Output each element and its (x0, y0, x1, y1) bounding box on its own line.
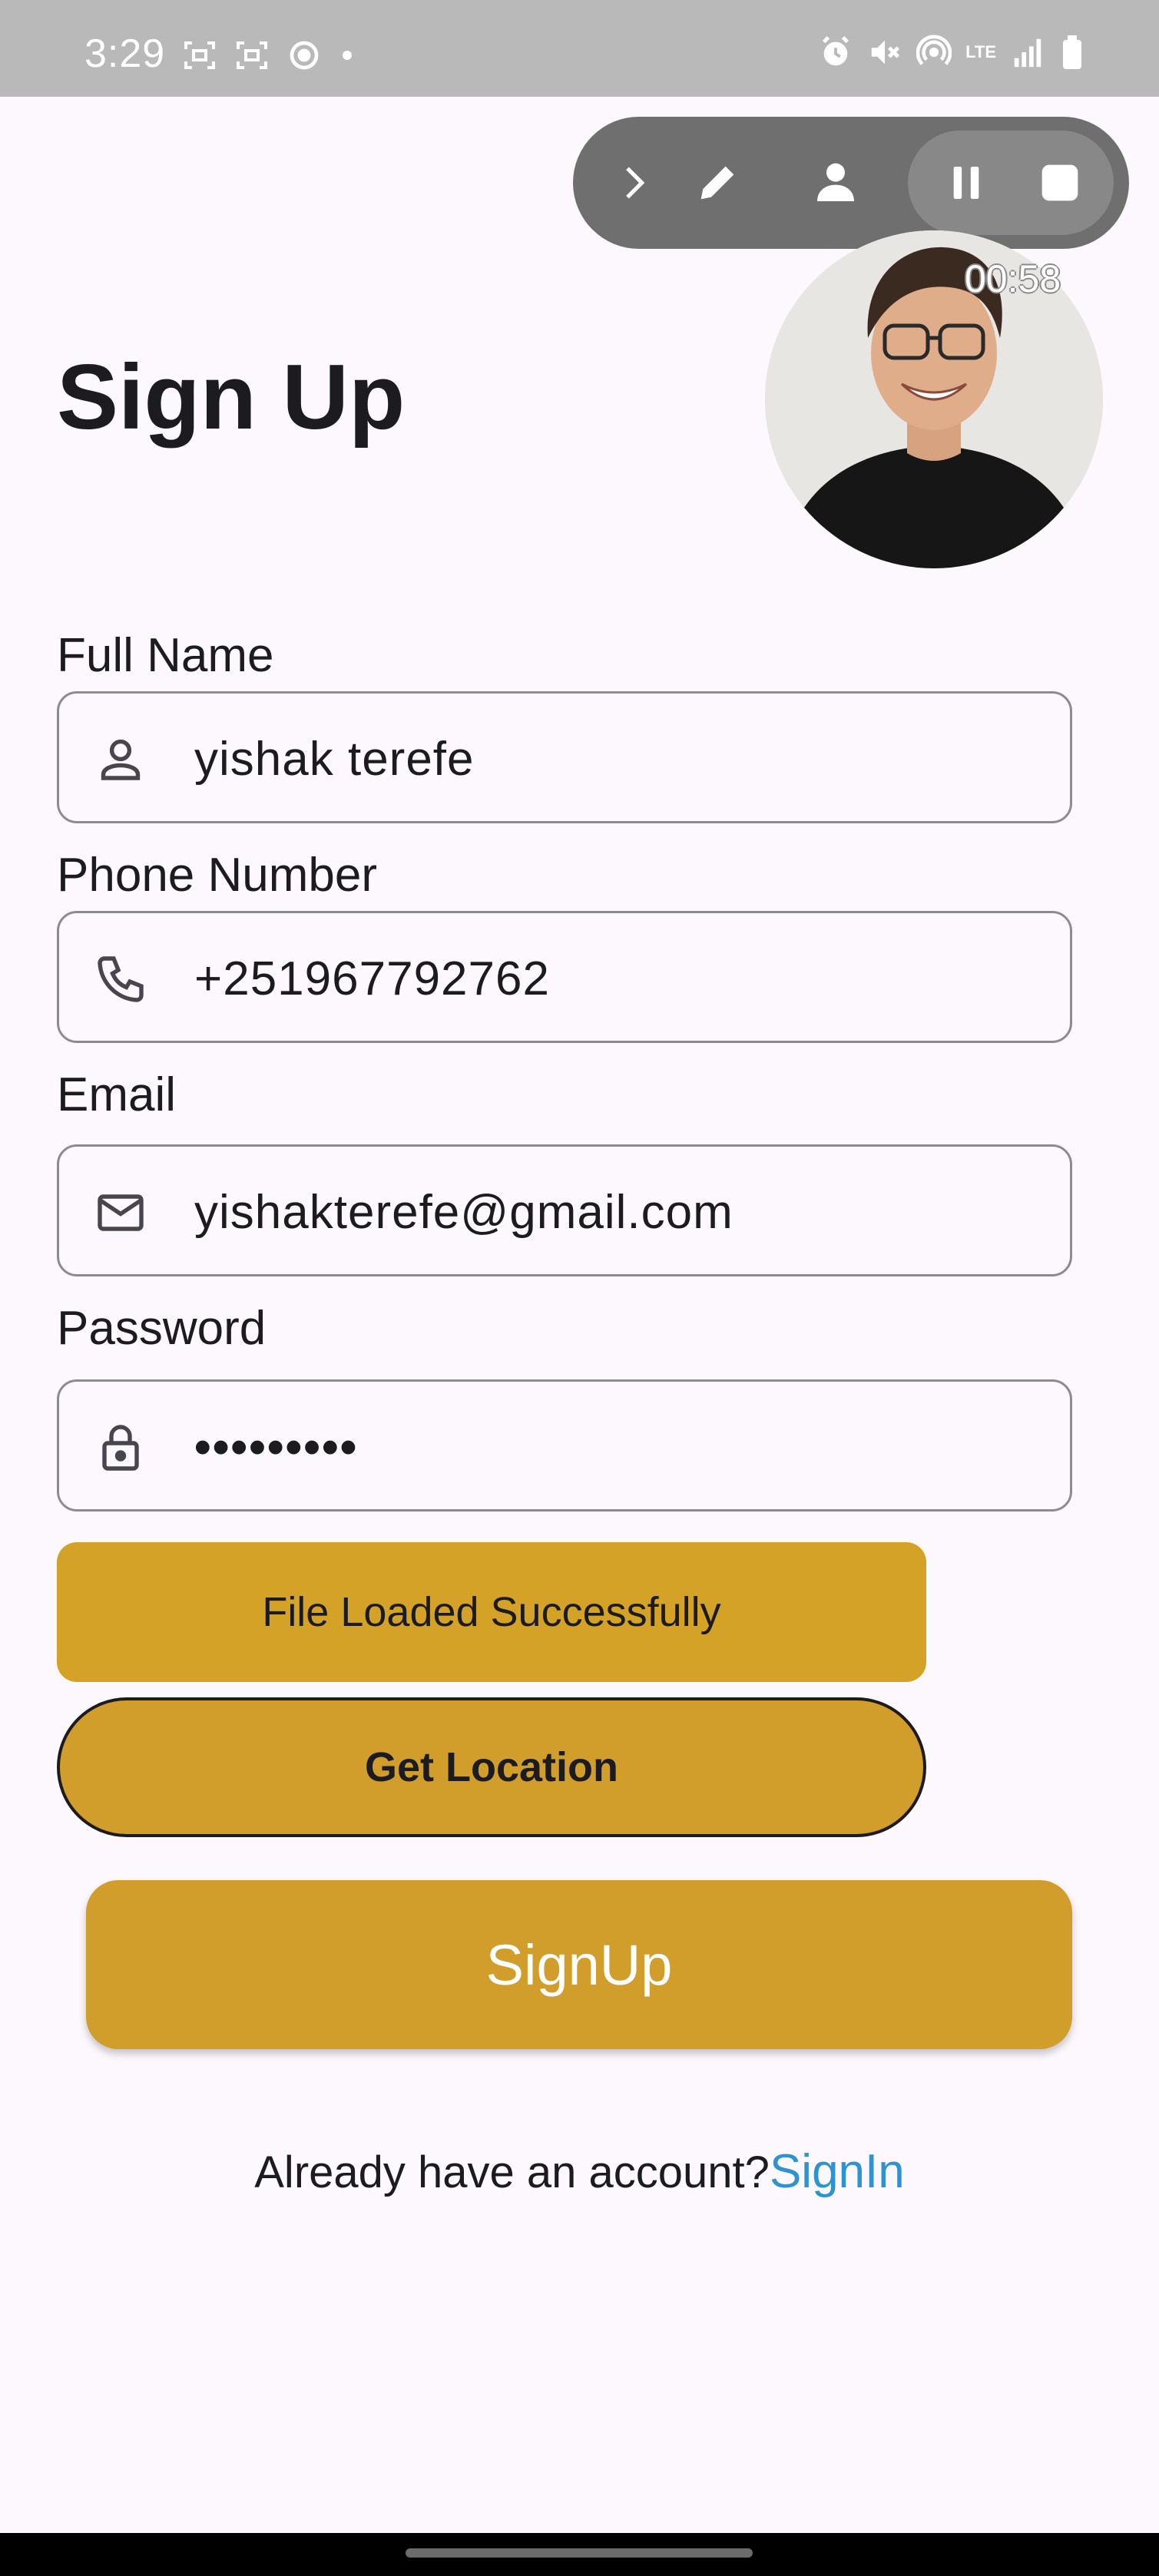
email-field[interactable]: yishakterefe@gmail.com (57, 1144, 1072, 1276)
phone-number-field[interactable]: +251967792762 (57, 911, 1072, 1043)
chevron-right-icon[interactable] (594, 144, 671, 221)
sync-icon (290, 41, 319, 70)
signup-button[interactable]: SignUp (86, 1880, 1072, 2049)
password-label: Password (57, 1302, 267, 1355)
person-icon (93, 732, 148, 787)
home-gesture-handle[interactable] (406, 2548, 753, 2558)
status-right-icons: LTE (818, 34, 1085, 71)
password-field[interactable]: ••••••••• (57, 1379, 1072, 1511)
status-time: 3:29 (84, 31, 166, 76)
mail-icon (93, 1185, 148, 1240)
phone-number-label: Phone Number (57, 849, 378, 902)
lock-icon (93, 1420, 148, 1475)
recording-timer: 00:58 (965, 257, 1061, 300)
full-name-field[interactable]: yishak terefe (57, 691, 1072, 823)
phone-icon (93, 952, 148, 1007)
email-label: Email (57, 1068, 177, 1121)
full-name-value: yishak terefe (194, 733, 475, 786)
full-name-label: Full Name (57, 629, 274, 682)
phone-number-value: +251967792762 (194, 952, 550, 1005)
pencil-icon[interactable] (679, 144, 756, 221)
screenshot-icon (237, 41, 267, 69)
status-bar: 3:29 LTE (0, 0, 1159, 97)
password-value: ••••••••• (194, 1421, 359, 1474)
stop-icon[interactable] (1022, 144, 1098, 221)
mute-icon (871, 40, 900, 65)
lte-icon: LTE (965, 42, 996, 61)
status-left-icons (181, 37, 356, 74)
hotspot-icon (916, 35, 952, 65)
file-loaded-button[interactable]: File Loaded Successfully (57, 1542, 926, 1682)
screenshot-icon (184, 41, 215, 69)
person-icon[interactable] (797, 144, 874, 221)
signin-prompt-row: Already have an account?SignIn (0, 2144, 1159, 2199)
email-value: yishakterefe@gmail.com (194, 1186, 733, 1239)
page-title: Sign Up (57, 346, 406, 449)
screen-recorder-toolbar (573, 117, 1129, 249)
signin-prompt-text: Already have an account? (254, 2147, 770, 2197)
battery-icon (1063, 35, 1081, 69)
alarm-icon (823, 36, 849, 66)
pause-icon[interactable] (928, 144, 1005, 221)
get-location-button[interactable]: Get Location (57, 1697, 926, 1837)
signin-link[interactable]: SignIn (770, 2145, 905, 2198)
dot-icon (343, 51, 352, 60)
signal-icon (1014, 38, 1041, 68)
